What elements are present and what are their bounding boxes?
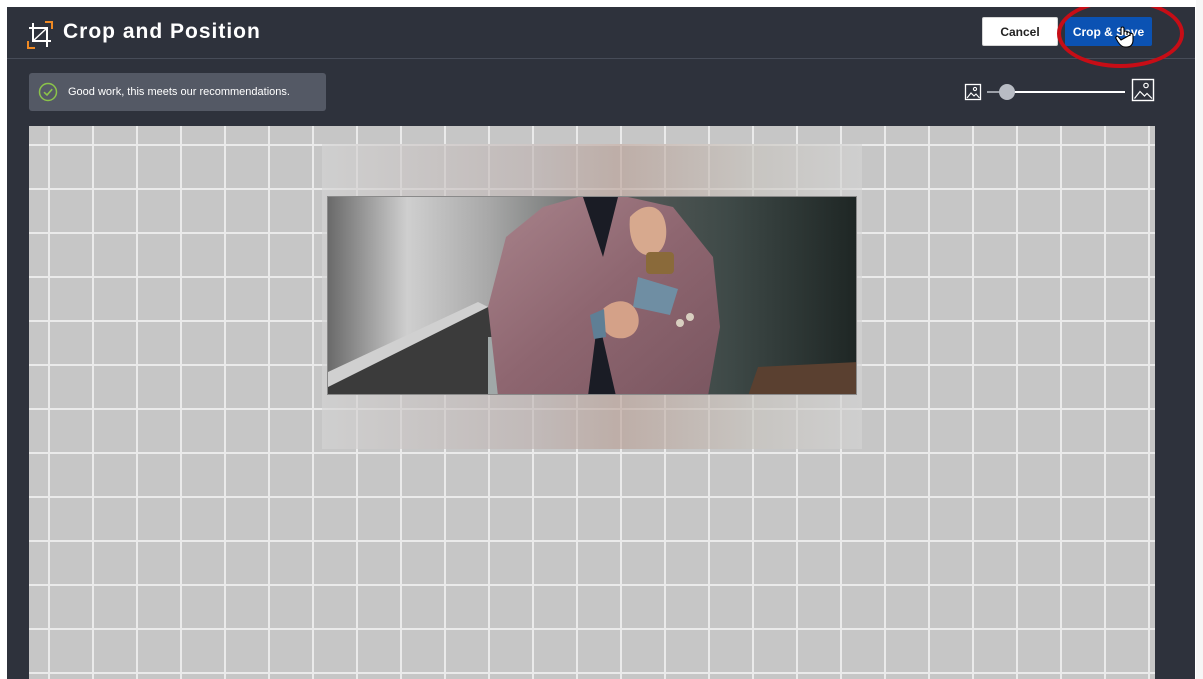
check-circle-icon — [38, 82, 58, 102]
crop-icon — [27, 21, 53, 49]
crop-save-button[interactable]: Crop & Save — [1065, 17, 1152, 46]
image-large-icon[interactable] — [1131, 78, 1155, 102]
image-small-icon[interactable] — [964, 83, 982, 101]
hand-cursor-icon — [1115, 26, 1134, 48]
cropped-photo — [328, 197, 856, 394]
notice-text: Good work, this meets our recommendation… — [68, 86, 290, 98]
slider-fill — [1007, 91, 1125, 93]
zoom-slider[interactable] — [987, 82, 1127, 102]
recommendation-notice: Good work, this meets our recommendation… — [29, 73, 326, 111]
crop-canvas[interactable] — [29, 126, 1155, 679]
cancel-button[interactable]: Cancel — [982, 17, 1058, 46]
dialog-title: Crop and Position — [63, 20, 261, 43]
dialog-header: Crop and Position Cancel Crop & Save — [7, 7, 1195, 68]
page-scrollbar[interactable] — [1196, 0, 1203, 679]
slider-thumb[interactable] — [999, 84, 1015, 100]
crop-position-dialog: Crop and Position Cancel Crop & Save Goo… — [7, 7, 1195, 679]
crop-area[interactable] — [327, 196, 857, 395]
